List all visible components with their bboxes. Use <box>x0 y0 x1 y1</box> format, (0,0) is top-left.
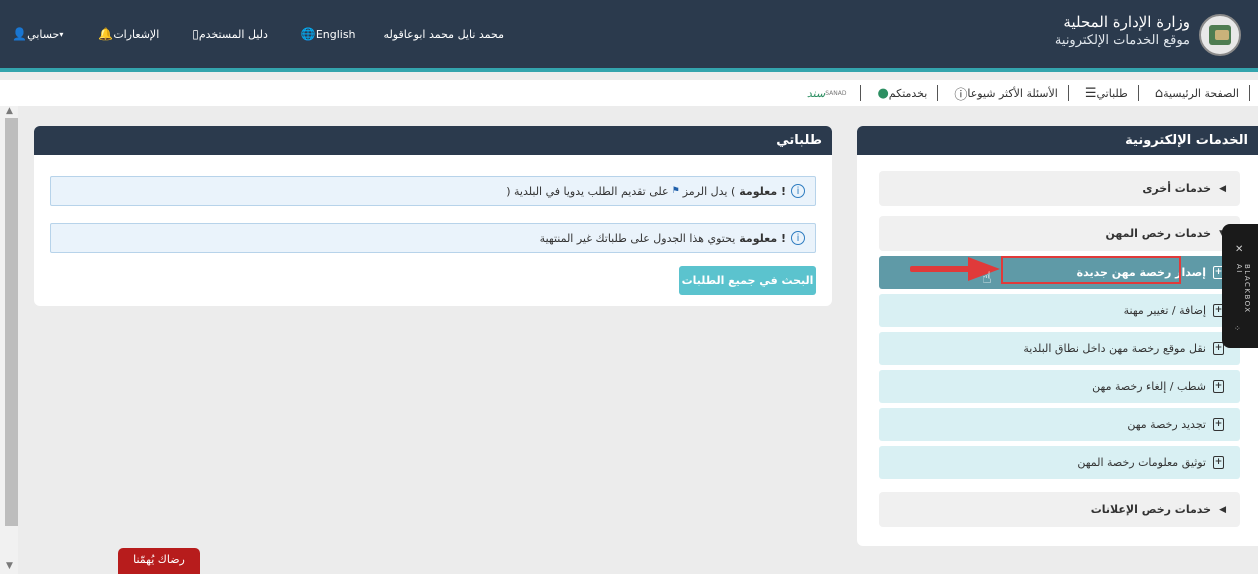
top-nav: محمد نايل محمد ابوعاقوله 🌐 English ▯ دلي… <box>12 18 518 50</box>
service-cancel-license[interactable]: + شطب / إلغاء رخصة مهن <box>879 370 1240 403</box>
user-name-label: محمد نايل محمد ابوعاقوله <box>383 27 504 41</box>
divider <box>1249 85 1250 101</box>
accordion-other-services[interactable]: ◀ خدمات أخرى <box>879 171 1240 206</box>
bell-icon: 🔔 <box>98 27 114 41</box>
grid-dots-icon: ⁘ <box>1234 324 1241 333</box>
sub-navigation: ⌂ الصفحة الرئيسية ☰ طلباتي ⓘ الأسئلة الأ… <box>0 80 1258 106</box>
my-requests-panel: طلباتي i معلومة ! يدل الرمز ( ⚑ ) على تق… <box>34 126 832 306</box>
blackbox-ai-tab[interactable]: ✕ BLACKBOX AI ⁘ <box>1222 224 1258 348</box>
hand-cursor-icon: ☝ <box>982 268 992 287</box>
service-add-change-profession[interactable]: + إضافة / تغيير مهنة <box>879 294 1240 327</box>
other-services-label: خدمات أخرى <box>1142 182 1212 195</box>
close-icon[interactable]: ✕ <box>1235 244 1243 255</box>
info-message-manual: i معلومة ! يدل الرمز ( ⚑ ) على تقديم الط… <box>50 176 816 206</box>
doc-plus-icon: + <box>1213 380 1224 393</box>
brand-title: وزارة الإدارة المحلية <box>1063 13 1190 31</box>
question-icon: ⓘ <box>954 87 968 103</box>
e-services-panel: الخدمات الإلكترونية ◀ خدمات أخرى ▼ خدمات… <box>857 126 1258 546</box>
search-all-requests-button[interactable]: البحث في جميع الطلبات <box>679 266 816 295</box>
info-text-a: يدل الرمز ( <box>682 184 736 198</box>
language-label: English <box>315 27 356 41</box>
notifications-link[interactable]: 🔔 الإشعارات <box>79 27 173 41</box>
sanad-logo[interactable]: سند SANAD <box>797 87 861 100</box>
service-label: توثيق معلومات رخصة المهن <box>1077 456 1206 469</box>
brand-text[interactable]: وزارة الإدارة المحلية موقع الخدمات الإلك… <box>1040 12 1190 58</box>
service-label: تجديد رخصة مهن <box>1127 418 1206 431</box>
e-services-title: الخدمات الإلكترونية <box>857 126 1258 155</box>
scroll-up-arrow[interactable]: ▲ <box>6 106 13 116</box>
user-guide-label: دليل المستخدم <box>198 27 268 41</box>
flag-icon: ⚑ <box>671 186 680 196</box>
info-bold-label: معلومة ! <box>739 184 786 198</box>
caret-left-icon: ◀ <box>1219 183 1226 194</box>
info-icon: i <box>791 184 805 198</box>
user-guide-link[interactable]: ▯ دليل المستخدم <box>173 27 282 41</box>
highlight-box <box>1001 256 1181 284</box>
accordion-profession-licenses[interactable]: ▼ خدمات رخص المهن <box>879 216 1240 251</box>
info-text: يحتوي هذا الجدول على طلباتك غير المنتهية <box>539 231 736 245</box>
handshake-icon: ● <box>877 85 889 101</box>
at-service-label: بخدمتكم <box>888 86 928 100</box>
top-header: وزارة الإدارة المحلية موقع الخدمات الإلك… <box>0 0 1258 69</box>
account-menu[interactable]: 👤 حسابي ▾ <box>0 27 79 41</box>
ads-licenses-label: خدمات رخص الإعلانات <box>1090 503 1212 516</box>
service-label: إضافة / تغيير مهنة <box>1123 304 1206 317</box>
sanad-sub-label: SANAD <box>825 89 847 97</box>
home-icon: ⌂ <box>1154 85 1164 101</box>
user-icon: 👤 <box>12 27 28 41</box>
service-label: شطب / إلغاء رخصة مهن <box>1092 380 1206 393</box>
info-text-b: ) على تقديم الطلب يدويا في البلدية <box>506 184 669 198</box>
page-scrollbar[interactable]: ▲ ▼ <box>0 106 18 574</box>
blackbox-label: BLACKBOX AI <box>1235 264 1251 314</box>
at-service-link[interactable]: ● بخدمتكم <box>861 86 937 101</box>
my-requests-title: طلباتي <box>34 126 832 155</box>
service-move-license-location[interactable]: + نقل موقع رخصة مهن داخل نطاق البلدية <box>879 332 1240 365</box>
doc-plus-icon: + <box>1213 456 1224 469</box>
header-accent-line <box>0 68 1258 72</box>
service-verify-license-info[interactable]: + توثيق معلومات رخصة المهن <box>879 446 1240 479</box>
ministry-logo[interactable] <box>1199 14 1241 56</box>
profession-licenses-label: خدمات رخص المهن <box>1105 227 1212 240</box>
caret-down-icon: ▾ <box>59 29 64 39</box>
book-icon: ▯ <box>192 27 199 41</box>
user-name[interactable]: محمد نايل محمد ابوعاقوله <box>370 28 518 41</box>
info-message-table: i معلومة ! يحتوي هذا الجدول على طلباتك غ… <box>50 223 816 253</box>
home-label: الصفحة الرئيسية <box>1163 86 1239 100</box>
my-requests-link[interactable]: ☰ طلباتي <box>1069 86 1138 101</box>
list-icon: ☰ <box>1084 85 1097 101</box>
info-bold-label: معلومة ! <box>739 231 786 245</box>
service-renew-license[interactable]: + تجديد رخصة مهن <box>879 408 1240 441</box>
doc-plus-icon: + <box>1213 418 1224 431</box>
caret-left-icon: ◀ <box>1219 504 1226 515</box>
accordion-ads-licenses[interactable]: ◀ خدمات رخص الإعلانات <box>879 492 1240 527</box>
faq-link[interactable]: ⓘ الأسئلة الأكثر شيوعا <box>938 84 1068 103</box>
my-requests-label: طلباتي <box>1096 86 1128 100</box>
service-label: نقل موقع رخصة مهن داخل نطاق البلدية <box>1023 342 1206 355</box>
notifications-label: الإشعارات <box>113 27 160 41</box>
account-label: حسابي <box>27 27 60 41</box>
scroll-down-arrow[interactable]: ▼ <box>6 561 13 571</box>
globe-icon: 🌐 <box>300 27 316 41</box>
home-link[interactable]: ⌂ الصفحة الرئيسية <box>1139 86 1249 101</box>
scroll-thumb[interactable] <box>5 118 18 526</box>
brand-subtitle: موقع الخدمات الإلكترونية <box>1054 33 1190 48</box>
sanad-label: سند <box>806 86 826 100</box>
info-icon: i <box>791 231 805 245</box>
feedback-button[interactable]: رضاك يُهمّنا <box>118 548 200 574</box>
language-switch[interactable]: 🌐 English <box>282 27 370 41</box>
faq-label: الأسئلة الأكثر شيوعا <box>967 86 1058 100</box>
